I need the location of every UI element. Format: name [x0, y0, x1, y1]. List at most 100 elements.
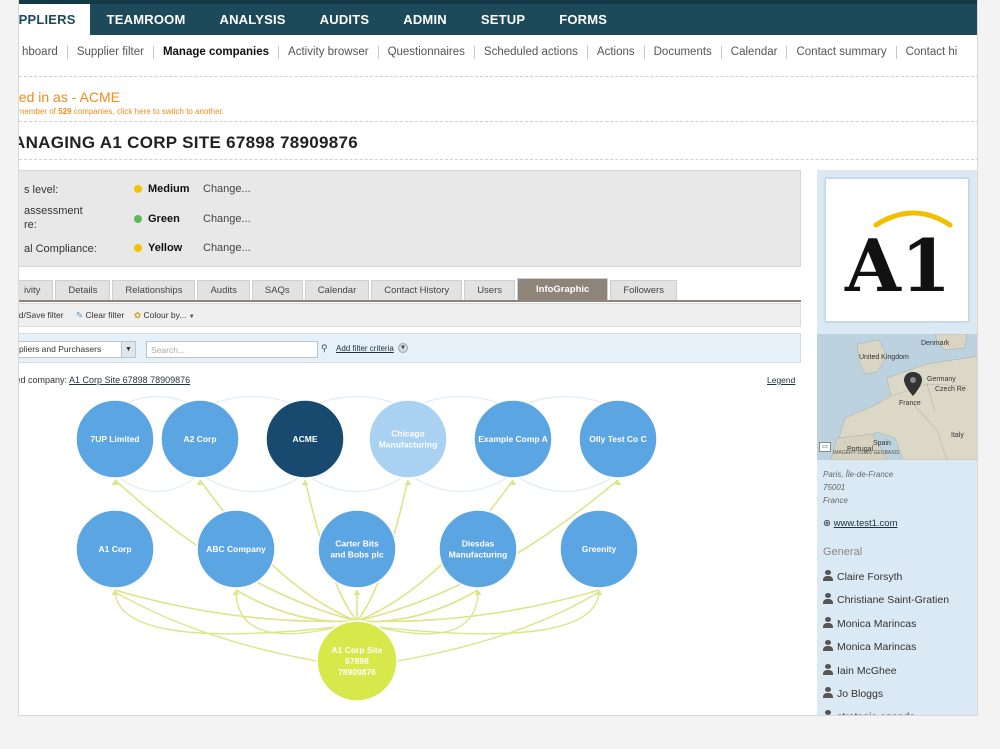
background-link — [304, 473, 409, 493]
status-panel: s level: Medium Change... assessment re:… — [19, 170, 801, 267]
subnav-actions[interactable]: Actions — [588, 45, 645, 59]
clear-filter-button[interactable]: ✎ Clear filter — [76, 310, 124, 321]
change-link[interactable]: Change... — [203, 213, 251, 225]
contact-item[interactable]: Monica Marincas — [823, 640, 916, 653]
relationship-link — [376, 589, 600, 635]
tab-calendar[interactable]: Calendar — [304, 280, 370, 300]
selected-company-node[interactable]: A1 Corp Site 67898 78909876 — [316, 620, 398, 702]
change-link[interactable]: Change... — [203, 183, 251, 195]
company-sidebar: A1 Denmark United Kingdom Germany Czech … — [817, 170, 977, 715]
map-attribution: IMAGERY ©2016 GEOBASIS — [833, 450, 900, 456]
node-label: 7UP Limited — [91, 434, 140, 444]
person-icon — [823, 664, 833, 675]
topnav-admin[interactable]: ADMIN — [386, 4, 464, 35]
status-label: assessment re: — [24, 205, 83, 231]
company-tabs: ivity Details Relationships Audits SAQs … — [19, 278, 679, 300]
chevron-down-icon: ▼ — [188, 314, 195, 320]
subnav-supplier-filter[interactable]: Supplier filter — [68, 45, 154, 59]
tab-audits[interactable]: Audits — [197, 280, 250, 300]
tab-infographic[interactable]: InfoGraphic — [517, 278, 609, 300]
subnav-questionnaires[interactable]: Questionnaires — [379, 45, 475, 59]
company-node[interactable]: A2 Corp — [160, 399, 240, 479]
infographic-network: 7UP Limited A2 Corp ACME Chicago Manufacturi… — [75, 395, 658, 702]
company-node[interactable]: ACME — [265, 399, 345, 479]
subnav-dashboard[interactable]: hboard — [19, 45, 68, 59]
search-input[interactable] — [146, 341, 318, 358]
member-note[interactable]: a member of 529 companies, click here to… — [18, 107, 224, 116]
relationship-type-select[interactable]: pliers and Purchasers ▼ — [19, 341, 136, 358]
website: ⊕ www.test1.com — [823, 518, 898, 529]
topnav-setup[interactable]: SETUP — [464, 4, 542, 35]
company-node[interactable]: Olly Test Co C — [578, 399, 658, 479]
company-node[interactable]: Chicago Manufacturing — [368, 399, 448, 479]
page-title: ANAGING A1 CORP SITE 67898 78909876 — [18, 133, 358, 152]
contact-item[interactable]: Monica Marincas — [823, 617, 916, 630]
add-filter-criteria-link[interactable]: Add filter criteria — [336, 344, 394, 353]
subnav-contact-summary[interactable]: Contact summary — [787, 45, 897, 59]
topnav-forms[interactable]: FORMS — [542, 4, 624, 35]
contact-item[interactable]: Iain McGhee — [823, 664, 897, 677]
status-dot-green — [134, 215, 142, 223]
relationship-link — [396, 591, 600, 662]
search-icon[interactable]: ⚲ — [321, 343, 328, 354]
status-label: al Compliance: — [24, 243, 97, 255]
subnav-scheduled-actions[interactable]: Scheduled actions — [475, 45, 588, 59]
location-map[interactable]: Denmark United Kingdom Germany Czech Re … — [817, 334, 977, 460]
subnav-calendar[interactable]: Calendar — [722, 45, 788, 59]
company-node[interactable]: Example Comp A — [473, 399, 553, 479]
chevron-down-icon[interactable]: ▼ — [398, 343, 408, 353]
tab-contact-history[interactable]: Contact History — [371, 280, 463, 300]
topnav-teamroom[interactable]: TEAMROOM — [90, 4, 203, 35]
load-save-filter-button[interactable]: ad/Save filter — [18, 310, 64, 320]
member-note-prefix: a member of — [18, 107, 56, 116]
colour-by-button[interactable]: ✿ Colour by... ▼ — [134, 310, 195, 321]
tab-followers[interactable]: Followers — [610, 280, 677, 300]
company-node[interactable]: A1 Corp — [75, 509, 155, 589]
general-heading: General — [823, 546, 863, 558]
app-window: UPPLIERS TEAMROOM ANALYSIS AUDITS ADMIN … — [18, 0, 978, 716]
selected-company-link[interactable]: A1 Corp Site 67898 78909876 — [69, 375, 190, 385]
node-label: A1 Corp — [98, 544, 131, 554]
tab-details[interactable]: Details — [55, 280, 111, 300]
contact-item[interactable]: Jo Bloggs — [823, 687, 883, 700]
company-node[interactable]: Carter Bits and Bobs plc — [317, 509, 397, 589]
map-pin-icon — [904, 372, 922, 396]
subnav-contact-history[interactable]: Contact hi — [897, 46, 967, 59]
address-line: France — [823, 496, 848, 505]
legend-link[interactable]: Legend — [767, 375, 795, 385]
logo-text: A1 — [844, 223, 951, 308]
subnav-documents[interactable]: Documents — [645, 45, 722, 59]
selected-company-label: ted company: — [18, 375, 70, 385]
contact-item[interactable]: strategic-agenda — [823, 710, 915, 715]
company-node[interactable]: Greenity — [559, 509, 639, 589]
sub-navigation: hboard Supplier filter Manage companies … — [19, 38, 967, 66]
subnav-activity-browser[interactable]: Activity browser — [279, 45, 379, 59]
company-node[interactable]: ABC Company — [196, 509, 276, 589]
node-label: ACME — [292, 434, 317, 444]
topnav-analysis[interactable]: ANALYSIS — [203, 4, 303, 35]
logged-in-message: ged in as - ACME — [18, 89, 120, 105]
topnav-audits[interactable]: AUDITS — [303, 4, 387, 35]
status-value: Green — [148, 213, 180, 225]
change-link[interactable]: Change... — [203, 242, 251, 254]
load-save-label: ad/Save filter — [18, 310, 64, 320]
person-icon — [823, 710, 833, 715]
contact-item[interactable]: Claire Forsyth — [823, 570, 902, 583]
map-type-toggle[interactable]: ▭ — [819, 442, 831, 452]
tab-saqs[interactable]: SAQs — [251, 280, 303, 300]
topnav-suppliers[interactable]: UPPLIERS — [19, 4, 90, 35]
person-icon — [823, 617, 833, 628]
contact-item[interactable]: Christiane Saint-Gratien — [823, 593, 949, 606]
globe-icon: ⊕ — [823, 518, 831, 529]
subnav-manage-companies[interactable]: Manage companies — [154, 45, 280, 59]
company-node[interactable]: Diesdas Manufacturing — [438, 509, 518, 589]
tab-users[interactable]: Users — [464, 280, 515, 300]
tab-relationships[interactable]: Relationships — [112, 280, 196, 300]
tab-activity[interactable]: ivity — [19, 280, 54, 300]
company-node[interactable]: 7UP Limited — [75, 399, 155, 479]
status-dot-yellow — [134, 185, 142, 193]
website-link[interactable]: www.test1.com — [834, 518, 898, 529]
node-label: A2 Corp — [183, 434, 216, 444]
selected-company: ted company: A1 Corp Site 67898 78909876 — [18, 375, 190, 385]
contact-name: Jo Bloggs — [837, 688, 884, 700]
